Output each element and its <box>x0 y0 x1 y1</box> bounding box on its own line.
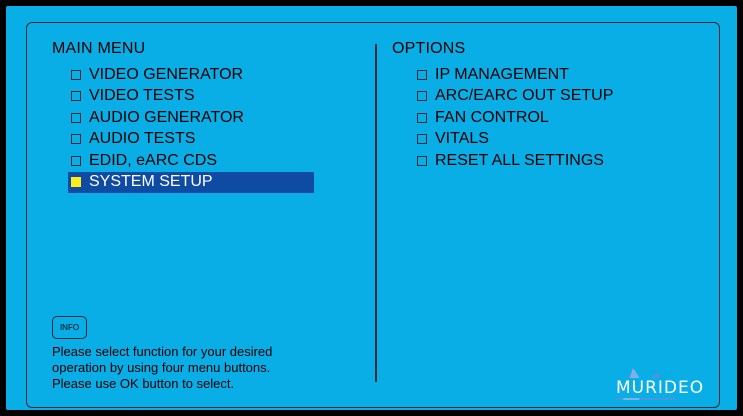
checkbox-icon <box>71 134 81 145</box>
option-ip-management[interactable]: IP MANAGEMENT <box>414 64 613 86</box>
menu-item-label: VIDEO TESTS <box>89 87 195 105</box>
logo-text: MURIDEO <box>612 378 709 398</box>
option-label: RESET ALL SETTINGS <box>435 151 604 169</box>
checkbox-icon <box>71 91 81 102</box>
help-line: operation by using four menu buttons. <box>52 360 271 375</box>
help-line: Please use OK button to select. <box>52 376 235 391</box>
menu-item-label: EDID, eARC CDS <box>89 151 218 169</box>
murideo-logo: MURIDEO <box>581 362 731 410</box>
menu-item-label: AUDIO TESTS <box>89 130 196 148</box>
menu-item-label: AUDIO GENERATOR <box>89 108 244 126</box>
option-fan-control[interactable]: FAN CONTROL <box>414 107 613 129</box>
menu-item-system-setup[interactable]: SYSTEM SETUP <box>68 171 314 193</box>
checkbox-icon <box>417 155 427 166</box>
menu-item-edid-earc-cds[interactable]: EDID, eARC CDS <box>68 150 314 172</box>
main-menu-title: MAIN MENU <box>52 40 146 57</box>
option-reset-all-settings[interactable]: RESET ALL SETTINGS <box>414 150 613 172</box>
checkbox-icon <box>71 69 81 80</box>
menu-item-audio-tests[interactable]: AUDIO TESTS <box>68 129 314 151</box>
option-label: FAN CONTROL <box>435 108 549 126</box>
menu-item-label: SYSTEM SETUP <box>89 173 213 191</box>
menu-item-video-generator[interactable]: VIDEO GENERATOR <box>68 64 314 86</box>
option-label: VITALS <box>435 130 489 148</box>
options-list: IP MANAGEMENT ARC/EARC OUT SETUP FAN CON… <box>414 64 613 172</box>
checkbox-icon <box>417 134 427 145</box>
menu-screen: MAIN MENU VIDEO GENERATOR VIDEO TESTS AU… <box>6 6 737 410</box>
selected-checkbox-icon <box>71 177 81 188</box>
menu-item-audio-generator[interactable]: AUDIO GENERATOR <box>68 107 314 129</box>
menu-item-video-tests[interactable]: VIDEO TESTS <box>68 86 314 108</box>
checkbox-icon <box>417 112 427 123</box>
option-label: IP MANAGEMENT <box>435 65 569 83</box>
info-button[interactable]: INFO <box>52 316 87 339</box>
option-label: ARC/EARC OUT SETUP <box>435 87 614 105</box>
column-divider <box>375 44 377 382</box>
checkbox-icon <box>417 69 427 80</box>
option-vitals[interactable]: VITALS <box>414 129 613 151</box>
option-arc-earc-out-setup[interactable]: ARC/EARC OUT SETUP <box>414 86 613 108</box>
options-title: OPTIONS <box>392 40 466 57</box>
help-text: Please select function for your desired … <box>52 344 352 392</box>
checkbox-icon <box>71 112 81 123</box>
checkbox-icon <box>71 155 81 166</box>
checkbox-icon <box>417 91 427 102</box>
main-menu-list: VIDEO GENERATOR VIDEO TESTS AUDIO GENERA… <box>68 64 314 193</box>
help-line: Please select function for your desired <box>52 344 273 359</box>
menu-item-label: VIDEO GENERATOR <box>89 65 244 83</box>
